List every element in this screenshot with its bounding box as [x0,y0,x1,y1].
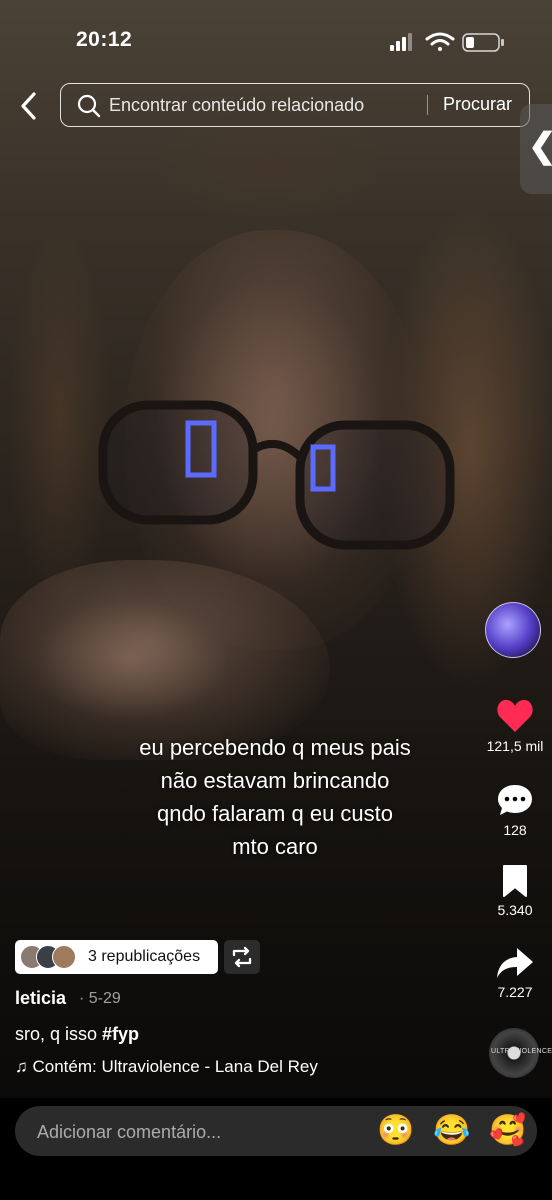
creator-avatar[interactable] [485,602,541,658]
like-button[interactable]: 121,5 mil [478,698,552,754]
disc-label: ULTRAVIOLENCE [491,1048,552,1055]
post-date: · 5-29 [79,990,121,1007]
heart-icon [497,699,533,732]
comment-bar[interactable]: Adicionar comentário... 😳 😂 🥰 [15,1106,537,1156]
comment-bubble-icon [498,785,532,815]
tiktok-video-screen: 20:12 Encontrar conteúdo relacionado Pro… [0,0,552,1200]
creator-username[interactable]: leticia [15,988,66,1009]
search-bar[interactable]: Encontrar conteúdo relacionado Procurar [60,83,530,127]
search-divider [427,95,428,115]
caption-line: não estavam brincando [160,768,390,793]
emoji-hearts-button[interactable]: 🥰 [489,1115,526,1147]
music-note-icon: ♫ [15,1057,28,1076]
share-button[interactable]: 7.227 [478,946,552,1000]
hashtag-link[interactable]: #fyp [102,1024,139,1044]
status-icons [390,32,504,52]
search-input[interactable]: Encontrar conteúdo relacionado [109,95,364,116]
music-disc[interactable]: ULTRAVIOLENCE [489,1028,552,1078]
repost-icon [232,946,252,968]
emoji-laughing-button[interactable]: 😂 [433,1115,470,1147]
bookmark-count: 5.340 [497,902,533,918]
reposts-chip[interactable]: 3 republicações [15,940,218,974]
repost-button[interactable] [224,940,260,974]
search-icon [77,94,101,118]
share-arrow-icon [497,948,533,978]
video-caption: eu percebendo q meus pais não estavam br… [80,731,470,863]
caption-line: qndo falaram q eu custo [156,801,394,826]
reposters-avatars [20,945,90,970]
share-count: 7.227 [497,984,533,1000]
description-text: sro, q isso [15,1024,103,1044]
video-glasses [98,400,455,550]
music-row[interactable]: ♫ Contém: Ultraviolence - Lana Del Rey [15,1057,318,1077]
music-title: Contém: Ultraviolence - Lana Del Rey [32,1057,318,1076]
chevron-left-icon: ❮ [528,126,552,166]
battery-icon [462,33,504,52]
status-bar: 20:12 [0,0,552,80]
caption-line: mto caro [232,834,318,859]
status-time: 20:12 [76,28,133,51]
caption-line: eu percebendo q meus pais [139,735,411,760]
emoji-flushed-button[interactable]: 😳 [377,1115,414,1147]
bookmark-icon [503,865,527,897]
back-arrow-icon[interactable] [14,90,44,122]
search-button[interactable]: Procurar [443,94,512,115]
comment-input[interactable]: Adicionar comentário... [37,1122,221,1143]
side-panel-tab[interactable]: ❮ [520,104,552,194]
reposts-label: 3 republicações [88,948,201,965]
like-count: 121,5 mil [486,738,544,754]
signal-icon [390,33,412,51]
reposter-avatar [52,945,76,969]
comment-count: 128 [503,822,527,838]
post-description: sro, q isso #fyp [15,1024,139,1045]
comment-button[interactable]: 128 [478,782,552,838]
bookmark-button[interactable]: 5.340 [478,864,552,918]
wifi-icon [425,32,455,51]
